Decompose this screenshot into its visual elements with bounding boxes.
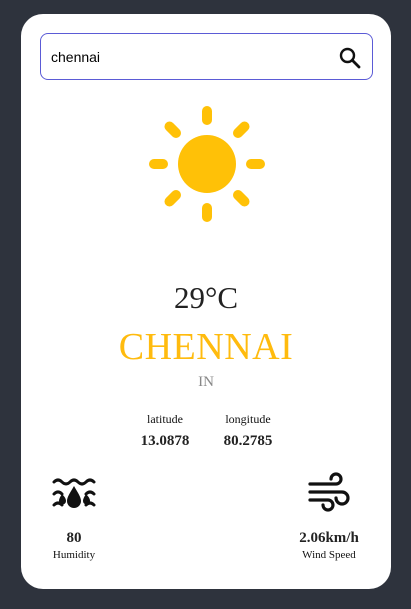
search-bar: [40, 33, 373, 80]
sun-icon: [147, 104, 267, 224]
humidity-value: 80: [66, 530, 82, 546]
latitude-label: latitude: [147, 412, 183, 426]
weather-card: 29°C CHENNAI IN latitude 13.0878 longitu…: [21, 14, 391, 589]
longitude-label: longitude: [225, 412, 271, 426]
country-code: IN: [198, 374, 214, 390]
humidity-icon: [43, 472, 105, 516]
latitude-block: latitude 13.0878: [125, 412, 205, 450]
longitude-value: 80.2785: [223, 433, 273, 449]
humidity-label: Humidity: [52, 549, 96, 561]
humidity-stat: 80 Humidity: [43, 472, 105, 561]
wind-value: 2.06km/h: [299, 530, 359, 546]
wind-stat: 2.06km/h Wind Speed: [289, 472, 369, 561]
search-input[interactable]: [51, 46, 321, 68]
temperature: 29°C: [173, 280, 239, 315]
city-name: CHENNAI: [118, 326, 294, 368]
wind-label: Wind Speed: [302, 549, 356, 561]
latitude-value: 13.0878: [140, 433, 190, 449]
wind-icon: [289, 472, 369, 516]
longitude-block: longitude 80.2785: [208, 412, 288, 450]
search-icon[interactable]: [338, 46, 362, 70]
